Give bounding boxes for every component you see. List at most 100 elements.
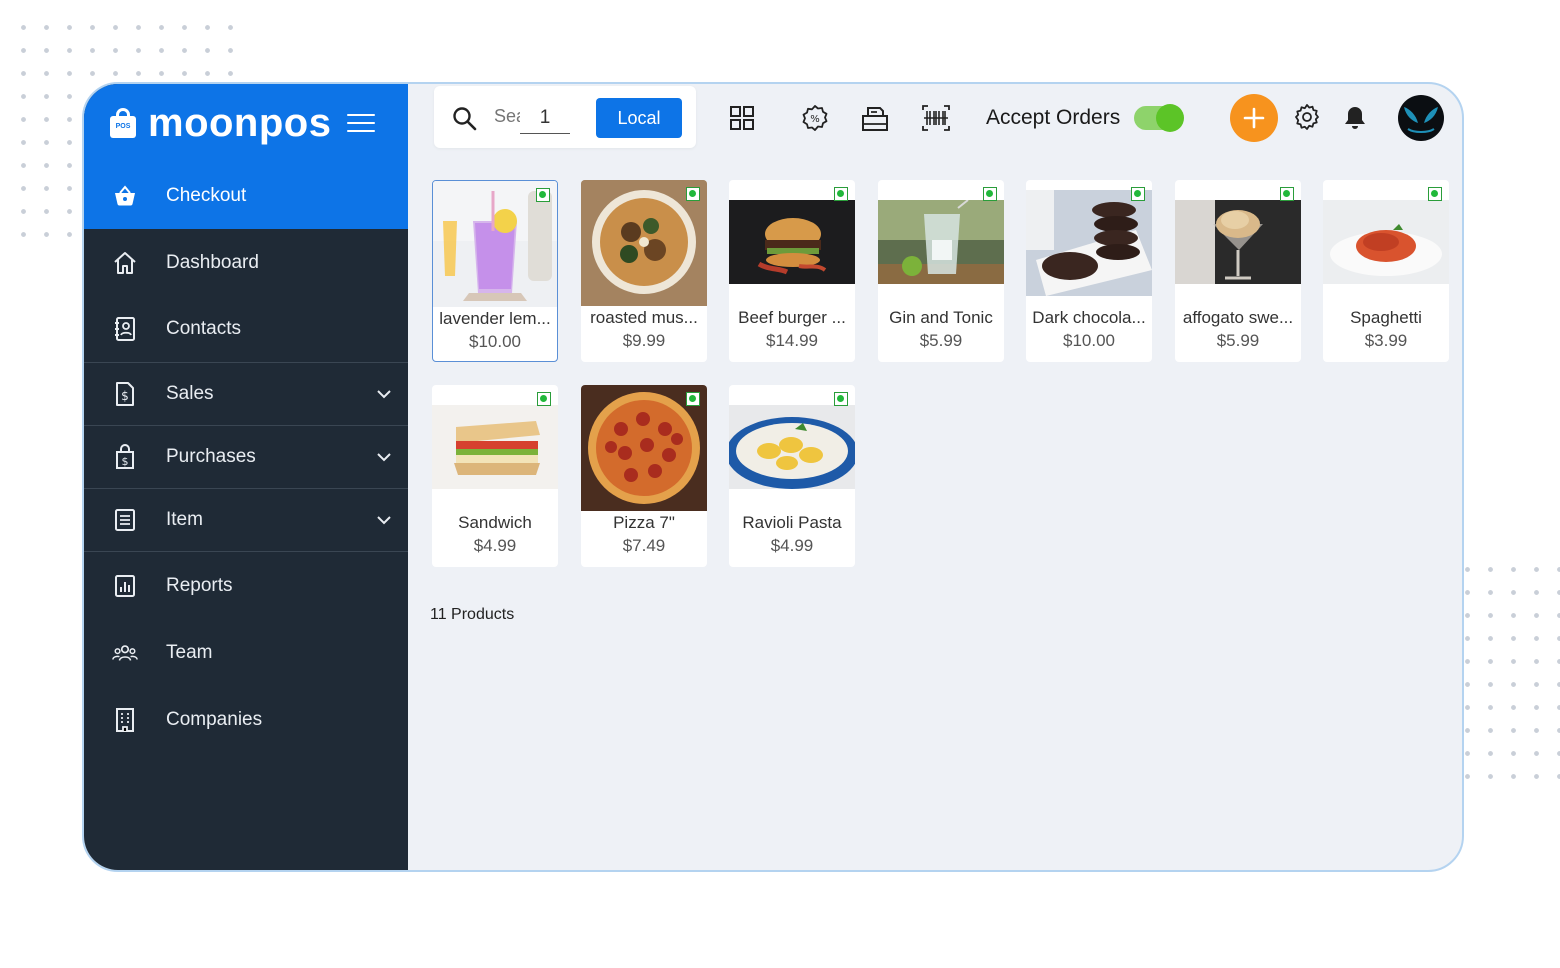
sidebar-item-item[interactable]: Item: [84, 489, 408, 552]
sidebar-item-reports[interactable]: Reports: [84, 552, 408, 619]
spaghetti-image: [1323, 200, 1449, 284]
logo-text: POS: [110, 116, 136, 138]
basket-icon: [112, 183, 138, 209]
product-card[interactable]: affogato swe... $5.99: [1175, 180, 1301, 362]
accept-orders-toggle[interactable]: [1134, 104, 1184, 132]
brand-name: moonpos: [148, 100, 332, 145]
plus-icon: [1243, 107, 1265, 129]
menu-toggle-icon[interactable]: [347, 114, 376, 132]
product-card[interactable]: Gin and Tonic $5.99: [878, 180, 1004, 362]
product-price: $4.99: [770, 536, 814, 555]
product-card[interactable]: lavender lem... $10.00: [432, 180, 558, 362]
product-name: Ravioli Pasta: [742, 513, 842, 532]
local-button[interactable]: Local: [596, 98, 682, 138]
invoice-dollar-icon: $: [112, 381, 138, 407]
beef-burger-image: [729, 200, 855, 284]
home-icon: [112, 250, 138, 276]
affogato-image: [1175, 200, 1301, 284]
product-card[interactable]: roasted mus... $9.99: [581, 180, 707, 362]
product-price: $9.99: [622, 331, 666, 350]
search-bar: 1 Local: [434, 86, 696, 148]
sidebar-item-dashboard[interactable]: Dashboard: [84, 229, 408, 296]
sidebar-item-label: Reports: [166, 574, 233, 596]
product-name: roasted mus...: [590, 308, 698, 327]
barcode-scanner-icon[interactable]: [922, 104, 950, 132]
product-name: Pizza 7": [613, 513, 675, 532]
sidebar-item-label: Companies: [166, 708, 263, 730]
sidebar-item-contacts[interactable]: Contacts: [84, 296, 408, 363]
product-price: $10.00: [1063, 331, 1115, 350]
app-window: POS moonpos Checkout Dashboard Contacts: [82, 82, 1464, 872]
product-card[interactable]: Beef burger ... $14.99: [729, 180, 855, 362]
shopping-bag-dollar-icon: $: [112, 444, 138, 470]
sidebar-item-label: Checkout: [166, 184, 247, 206]
product-price: $4.99: [473, 536, 517, 555]
sandwich-image: [432, 405, 558, 489]
veg-indicator-icon: [1428, 187, 1442, 201]
bar-chart-icon: [112, 573, 138, 599]
veg-indicator-icon: [834, 392, 848, 406]
decorative-dots-bottom-right: [1456, 558, 1560, 788]
veg-indicator-icon: [686, 392, 700, 406]
building-icon: [112, 707, 138, 733]
veg-indicator-icon: [536, 188, 550, 202]
sidebar-item-sales[interactable]: $ Sales: [84, 363, 408, 426]
product-name: Sandwich: [458, 513, 532, 532]
veg-indicator-icon: [1280, 187, 1294, 201]
quantity-input[interactable]: 1: [520, 102, 570, 134]
sidebar-item-team[interactable]: Team: [84, 619, 408, 686]
discount-badge-icon[interactable]: %: [801, 104, 829, 132]
contacts-book-icon: [112, 316, 138, 342]
product-name: affogato swe...: [1182, 308, 1294, 327]
svg-text:%: %: [810, 114, 820, 125]
sidebar-item-checkout[interactable]: Checkout: [84, 162, 408, 229]
list-icon: [112, 507, 138, 533]
product-count: 11 Products: [430, 606, 515, 623]
product-card[interactable]: Pizza 7" $7.49: [581, 385, 707, 567]
product-price: $14.99: [766, 331, 818, 350]
svg-text:$: $: [121, 389, 129, 403]
sidebar-item-label: Contacts: [166, 318, 241, 339]
svg-text:$: $: [122, 455, 129, 468]
brand-header: POS moonpos: [84, 84, 408, 162]
chevron-down-icon: [377, 390, 391, 399]
sidebar-item-label: Purchases: [166, 446, 256, 467]
sidebar-item-purchases[interactable]: $ Purchases: [84, 426, 408, 489]
veg-indicator-icon: [983, 187, 997, 201]
product-card[interactable]: Spaghetti $3.99: [1323, 180, 1449, 362]
pos-bag-logo-icon: POS: [110, 108, 136, 138]
sidebar-item-label: Item: [166, 509, 203, 530]
product-card[interactable]: Dark chocola... $10.00: [1026, 180, 1152, 362]
accept-orders-label: Accept Orders: [986, 106, 1121, 129]
product-card[interactable]: Sandwich $4.99: [432, 385, 558, 567]
search-icon[interactable]: [452, 106, 478, 132]
add-button[interactable]: [1230, 94, 1278, 142]
product-name: lavender lem...: [439, 309, 551, 328]
chevron-down-icon: [377, 453, 391, 462]
product-price: $7.49: [622, 536, 666, 555]
veg-indicator-icon: [686, 187, 700, 201]
sidebar-item-label: Dashboard: [166, 251, 259, 273]
product-name: Beef burger ...: [738, 308, 846, 327]
team-icon: [112, 640, 138, 666]
sidebar-item-label: Sales: [166, 383, 214, 404]
sidebar: POS moonpos Checkout Dashboard Contacts: [84, 84, 408, 870]
notification-bell-icon[interactable]: [1342, 104, 1368, 132]
gin-and-tonic-image: [878, 200, 1004, 284]
veg-indicator-icon: [537, 392, 551, 406]
dark-chocolate-cookies-image: [1026, 190, 1152, 296]
product-name: Gin and Tonic: [889, 308, 993, 327]
search-input[interactable]: [494, 106, 520, 127]
product-card[interactable]: Ravioli Pasta $4.99: [729, 385, 855, 567]
ravioli-pasta-image: [729, 405, 855, 489]
grid-view-icon[interactable]: [728, 104, 756, 132]
sidebar-item-companies[interactable]: Companies: [84, 686, 408, 753]
chevron-down-icon: [377, 516, 391, 525]
product-price: $5.99: [919, 331, 963, 350]
avatar[interactable]: [1398, 95, 1444, 141]
cash-register-icon[interactable]: [861, 104, 889, 132]
veg-indicator-icon: [1131, 187, 1145, 201]
product-price: $3.99: [1364, 331, 1408, 350]
settings-gear-icon[interactable]: [1292, 102, 1322, 132]
product-price: $10.00: [469, 332, 521, 351]
